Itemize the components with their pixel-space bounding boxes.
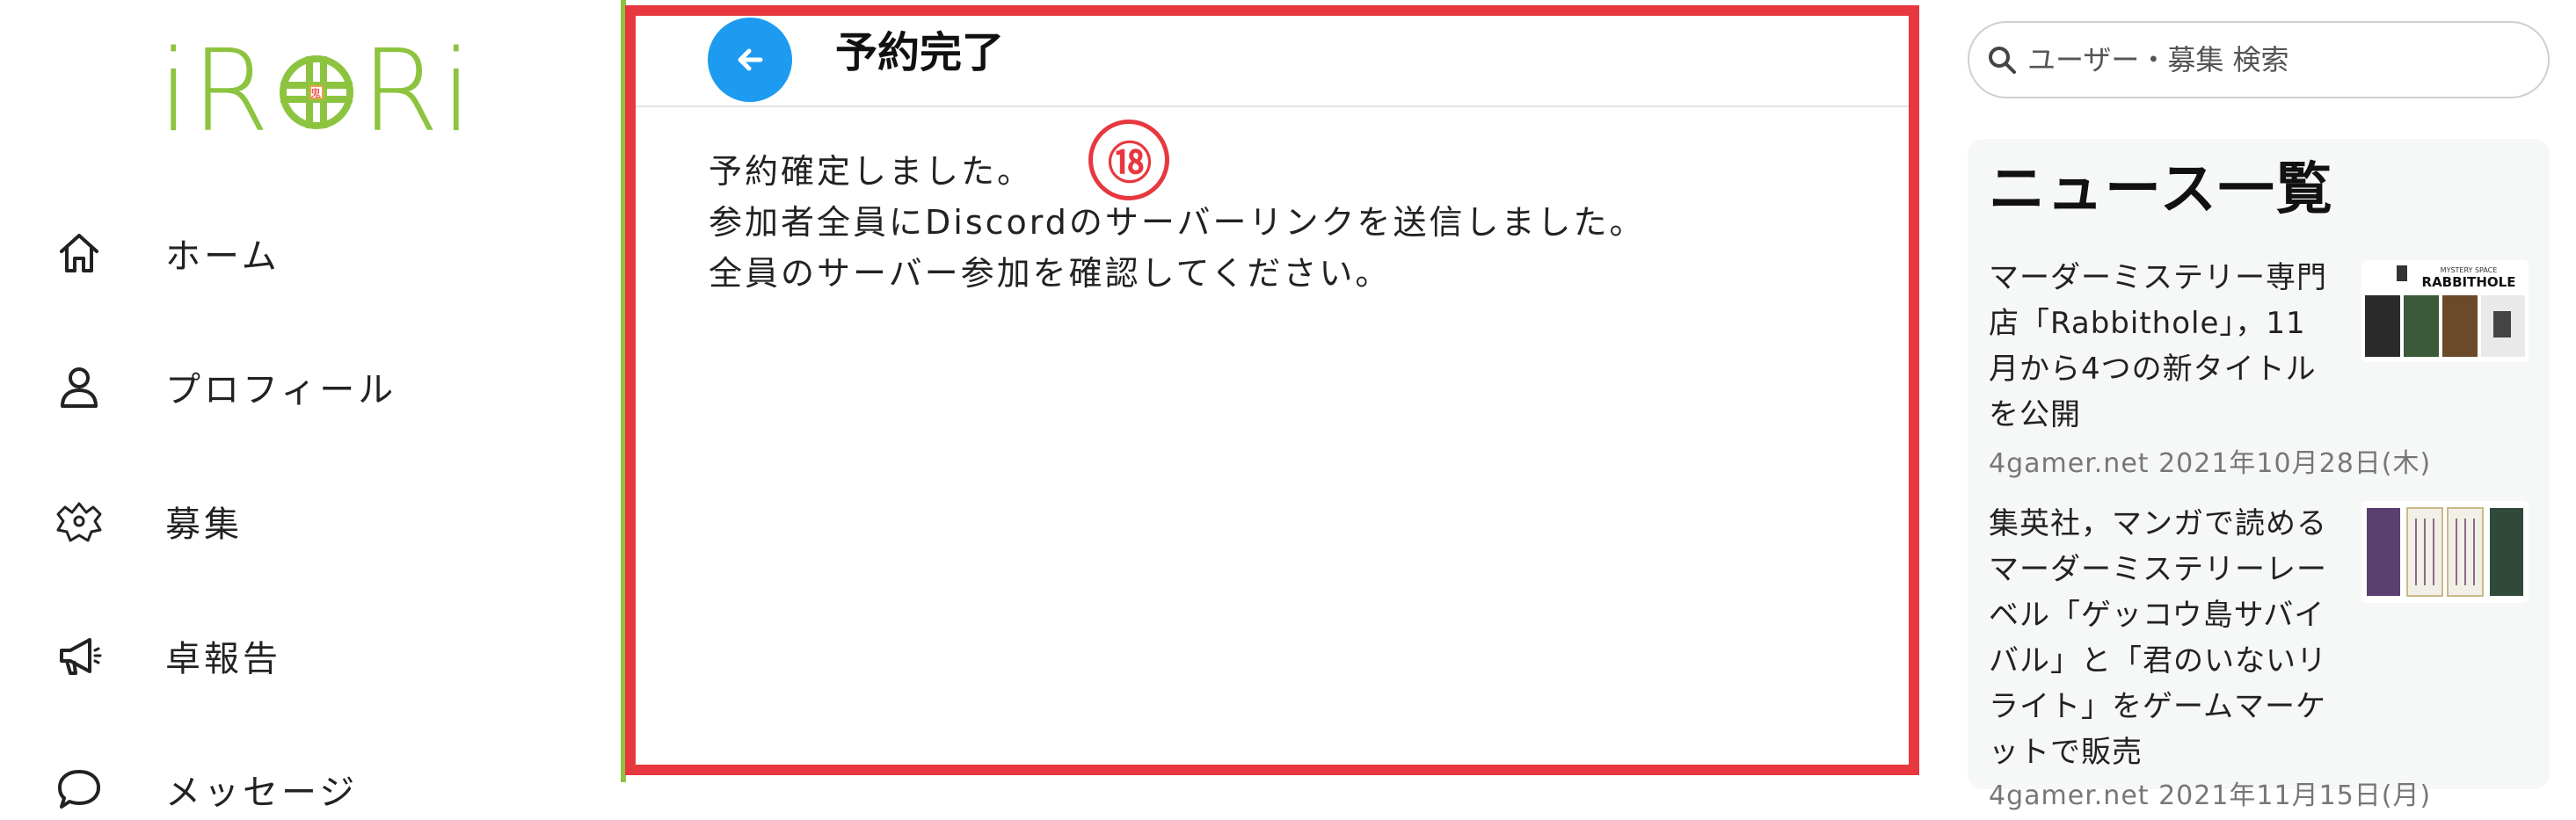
headline-line: ベル「ゲッコウ島サバイ [1989, 598, 2325, 633]
home-icon [53, 227, 106, 279]
svg-text:RABBITHOLE: RABBITHOLE [2422, 274, 2516, 290]
logo-text-left: iR [158, 26, 272, 157]
headline-line: マーダーミステリーレー [1989, 552, 2327, 587]
svg-text:鬼: 鬼 [309, 86, 322, 99]
sidebar-item-label: 卓報告 [165, 639, 281, 679]
logo-text-right: Ri [360, 26, 474, 157]
sidebar-item-messages[interactable]: メッセージ [53, 758, 580, 820]
headline-line: 集英社，マンガで読める [1989, 506, 2327, 541]
headline-line: 店「Rabbithole」，11 [1989, 306, 2306, 341]
headline-line: ットで販売 [1989, 735, 2143, 770]
news-headline[interactable]: マーダーミステリー専門 店「Rabbithole」，11 月から4つの新タイトル… [1989, 255, 2340, 438]
search-icon [1989, 47, 2016, 74]
sidebar-item-home[interactable]: ホーム [53, 222, 580, 284]
sidebar-item-recruit[interactable]: 募集 [53, 490, 580, 552]
user-icon [53, 360, 106, 413]
sidebar-item-label: ホーム [165, 236, 280, 277]
puzzle-people-icon [53, 495, 106, 548]
news-item[interactable]: マーダーミステリー専門 店「Rabbithole」，11 月から4つの新タイトル… [1989, 255, 2534, 479]
megaphone-icon [53, 629, 106, 682]
sidebar-item-label: メッセージ [165, 773, 359, 813]
sidebar-item-profile[interactable]: プロフィール [53, 356, 580, 417]
search-input[interactable] [2026, 42, 2521, 77]
news-heading: ニュース一覧 [1989, 157, 2334, 222]
sidebar-item-label: 募集 [165, 504, 243, 545]
svg-text:MYSTERY SPACE: MYSTERY SPACE [2441, 266, 2498, 274]
chat-bubble-icon [53, 763, 106, 816]
headline-line: 月から4つの新タイトル [1989, 352, 2317, 387]
sidebar-item-label: プロフィール [165, 370, 397, 410]
news-thumbnail[interactable] [2361, 501, 2529, 603]
logo-mark: 鬼 [279, 55, 353, 129]
news-source-date: 4gamer.net 2021年11月15日(月) [1989, 780, 2432, 811]
headline-line: マーダーミステリー専門 [1989, 260, 2327, 295]
sidebar-item-report[interactable]: 卓報告 [53, 625, 580, 686]
search-box[interactable] [1968, 21, 2550, 98]
headline-line: ライト」をゲームマーケ [1989, 689, 2326, 724]
news-thumbnail[interactable]: MYSTERY SPACE RABBITHOLE [2361, 260, 2529, 362]
highlight-frame [625, 5, 1919, 775]
news-headline[interactable]: 集英社，マンガで読める マーダーミステリーレー ベル「ゲッコウ島サバイ バル」と… [1989, 501, 2340, 775]
news-item[interactable]: 集英社，マンガで読める マーダーミステリーレー ベル「ゲッコウ島サバイ バル」と… [1989, 501, 2534, 811]
news-source-date: 4gamer.net 2021年10月28日(木) [1989, 448, 2432, 479]
headline-line: バル」と「君のいないリ [1989, 643, 2327, 678]
app-logo[interactable]: iR 鬼 Ri [158, 26, 472, 157]
headline-line: を公開 [1989, 397, 2081, 432]
